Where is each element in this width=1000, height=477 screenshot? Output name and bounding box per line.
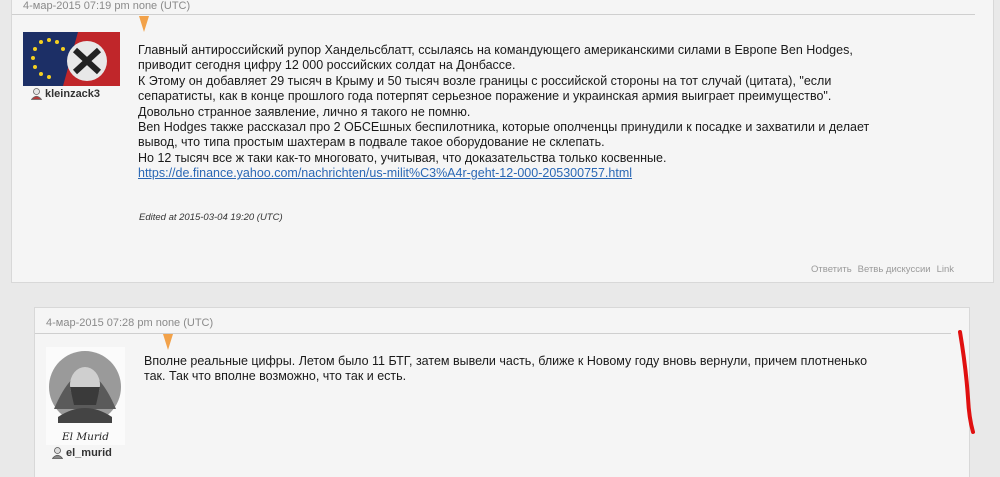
comment-kleinzack3: 4-мар-2015 07:19 pm none (UTC) kleinzack… (11, 0, 994, 283)
comment-body: Главный антироссийский рупор Хандельсбла… (138, 43, 938, 182)
comment-timestamp: 4-мар-2015 07:19 pm (23, 0, 130, 12)
user-icon (52, 447, 63, 459)
comment-meta: 4-мар-2015 07:28 pm none (UTC) (46, 317, 213, 329)
permalink[interactable]: Link (937, 264, 954, 275)
avatar[interactable] (23, 32, 120, 86)
username-link[interactable]: kleinzack3 (31, 88, 100, 100)
username: el_murid (66, 447, 112, 459)
reply-link[interactable]: Ответить (811, 264, 852, 275)
comment-line: так. Так что вполне возможно, что так и … (144, 369, 407, 384)
comment-line: Ben Hodges также рассказал про 2 ОБСЕшны… (138, 120, 870, 135)
avatar[interactable]: El Murid (46, 347, 125, 445)
article-link[interactable]: https://de.finance.yahoo.com/nachrichten… (138, 166, 632, 180)
edited-note: Edited at 2015-03-04 19:20 (UTC) (139, 212, 283, 223)
comment-el-murid: 4-мар-2015 07:28 pm none (UTC) El Murid … (34, 307, 970, 477)
comment-divider (12, 14, 975, 15)
comment-meta: 4-мар-2015 07:19 pm none (UTC) (23, 0, 190, 12)
comment-line: вывод, что типа простым шахтерам в подва… (138, 135, 605, 150)
thread-link[interactable]: Ветвь дискуссии (858, 264, 931, 275)
comment-actions: Ответить Ветвь дискуссии Link (811, 264, 954, 275)
comment-ip: none (UTC) (155, 317, 214, 329)
speech-pointer-icon (163, 334, 173, 350)
comment-line: приводит сегодня цифру 12 000 российских… (138, 58, 516, 73)
username-link[interactable]: el_murid (52, 447, 112, 459)
username: kleinzack3 (45, 88, 101, 100)
comment-ip: none (UTC) (132, 0, 191, 12)
hooded-figure-userpic-icon (49, 351, 121, 423)
comment-line: Главный антироссийский рупор Хандельсбла… (138, 43, 853, 57)
comment-line: Вполне реальные цифры. Летом было 11 БТГ… (144, 354, 868, 368)
comment-line: Довольно странное заявление, лично я так… (138, 104, 471, 119)
comment-line: сепаратисты, как в конце прошлого года п… (138, 89, 832, 104)
user-icon (31, 88, 42, 100)
avatar-signature: El Murid (62, 431, 109, 443)
comment-timestamp: 4-мар-2015 07:28 pm (46, 317, 153, 329)
speech-pointer-icon (139, 16, 149, 32)
comment-line: К Этому он добавляет 29 тысяч в Крыму и … (138, 73, 832, 88)
red-annotation-mark (958, 330, 975, 434)
comment-line: Но 12 тысяч все ж таки как-то многовато,… (138, 150, 667, 165)
flag-userpic-icon (23, 32, 120, 86)
comment-body: Вполне реальные цифры. Летом было 11 БТГ… (144, 354, 934, 385)
